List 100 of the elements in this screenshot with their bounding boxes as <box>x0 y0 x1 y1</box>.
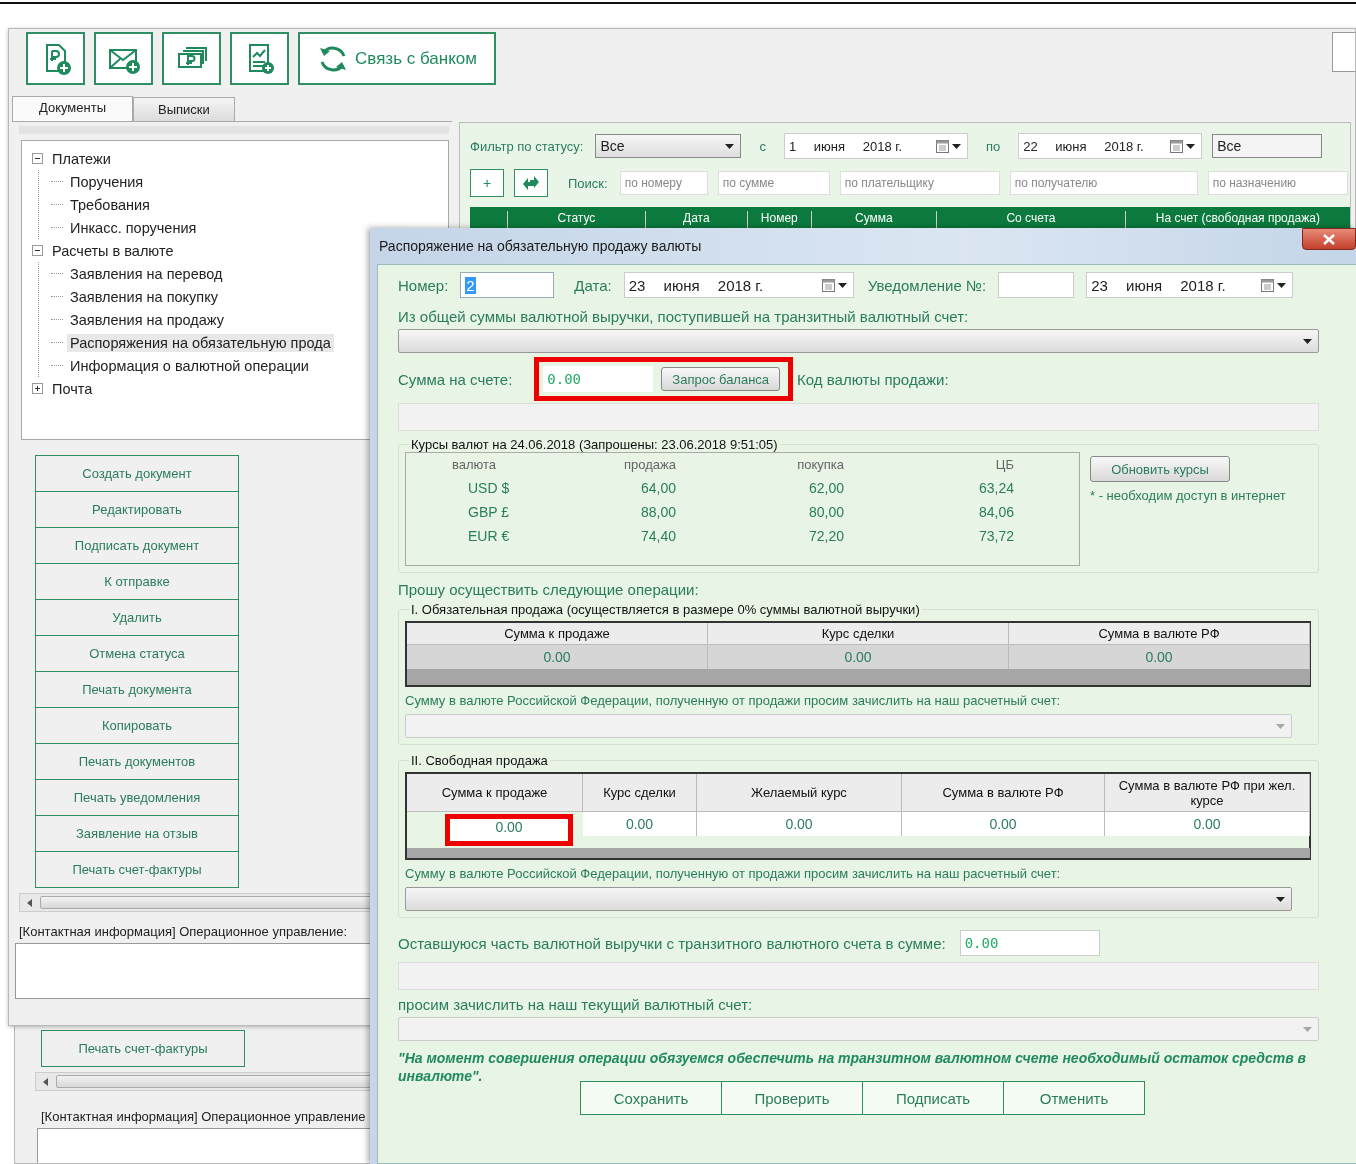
tree-item[interactable]: Почта <box>49 379 96 398</box>
caret-icon <box>1276 723 1285 729</box>
table-cell[interactable]: 0.00 <box>583 812 697 836</box>
table-cell[interactable]: 0.00 <box>902 812 1105 836</box>
dropdown[interactable] <box>398 329 1319 353</box>
date-field[interactable]: 23 июня 2018 г. <box>1086 272 1294 298</box>
expand-icon[interactable] <box>32 383 43 394</box>
form-button[interactable]: Отменить <box>1003 1081 1145 1115</box>
action-button[interactable]: К отправке <box>35 563 239 600</box>
action-button[interactable]: Удалить <box>35 599 239 636</box>
toolbar-button[interactable] <box>26 32 85 85</box>
from-label: с <box>759 138 766 154</box>
table-cell[interactable]: 0.00 <box>1105 812 1310 836</box>
form-button[interactable]: Подписать <box>862 1081 1004 1115</box>
date-field[interactable]: 22 июня 2018 г. <box>1018 133 1203 159</box>
action-button[interactable]: Заявление на отзыв <box>35 815 239 852</box>
column-header: валюта <box>451 457 498 472</box>
to-label: по <box>986 138 1001 154</box>
balance-label: Сумма на счете: <box>398 370 513 388</box>
column-header: покупка <box>796 457 844 472</box>
table-cell[interactable]: 0.00 <box>445 814 573 846</box>
action-button[interactable]: Печать документов <box>35 743 239 780</box>
number-label: Номер: <box>398 276 449 294</box>
calendar-icon <box>1170 139 1184 153</box>
column-header: Сумма в валюте РФ <box>902 774 1105 812</box>
table-cell-text: 64,00 <box>639 480 676 496</box>
tree-item[interactable]: Распоряжения на обязательную прода <box>67 333 334 352</box>
column-header: ЦБ <box>994 457 1014 472</box>
balance-request-button[interactable]: Запрос баланса <box>661 367 781 391</box>
search-field[interactable]: по назначению <box>1207 171 1348 195</box>
tree-item[interactable]: Заявления на перевод <box>67 264 226 283</box>
scroll-left-icon <box>26 898 32 907</box>
refresh-rates-button[interactable]: Обновить курсы <box>1090 456 1230 482</box>
notice-number-field[interactable] <box>998 272 1075 298</box>
search-field[interactable]: по номеру <box>619 171 708 195</box>
group-title: II. Свободная продажа <box>410 753 549 768</box>
currency-code-label: Код валюты продажи: <box>797 370 949 388</box>
tree-item[interactable]: Платежи <box>49 149 114 168</box>
toolbar-button[interactable] <box>162 32 221 85</box>
action-button[interactable]: Редактировать <box>35 491 239 528</box>
date-field[interactable]: 1 июня 2018 г. <box>784 133 968 159</box>
refresh-button[interactable] <box>514 169 548 197</box>
close-button[interactable] <box>1302 228 1356 250</box>
dropdown[interactable] <box>398 1017 1319 1041</box>
add-button[interactable]: + <box>470 169 504 197</box>
filter-label: Фильтр по статусу: <box>470 138 584 154</box>
toolbar-button[interactable] <box>230 32 289 85</box>
action-button[interactable]: Отмена статуса <box>35 635 239 672</box>
tree-item[interactable]: Заявления на покупку <box>67 287 221 306</box>
status-dropdown[interactable]: Все <box>595 134 742 158</box>
toolbar-button[interactable] <box>94 32 153 85</box>
dropdown[interactable] <box>405 887 1292 911</box>
form-button[interactable]: Проверить <box>721 1081 863 1115</box>
action-button[interactable]: Печать счет-фактуры <box>35 851 239 888</box>
date-label: Дата: <box>574 276 612 294</box>
caret-icon <box>952 143 961 149</box>
search-field[interactable]: по сумме <box>717 171 830 195</box>
number-field[interactable]: 2 <box>460 272 555 298</box>
form-button[interactable]: Сохранить <box>580 1081 722 1115</box>
date-field[interactable]: 23 июня 2018 г. <box>623 272 854 298</box>
collapse-icon[interactable] <box>32 245 43 256</box>
action-button[interactable]: Копировать <box>35 707 239 744</box>
bank-sync-button[interactable]: Связь с банком <box>298 32 496 85</box>
tab[interactable]: Выписки <box>133 97 235 121</box>
scroll-left-icon <box>42 1077 48 1086</box>
tree-item[interactable]: Инкасс. поручения <box>67 218 200 237</box>
tree-item[interactable]: Информация о валютной операции <box>67 356 312 375</box>
search-label: Поиск: <box>568 175 608 191</box>
caret-icon <box>1277 282 1287 288</box>
column-header: Сумма в валюте РФ при жел. курсе <box>1105 774 1310 812</box>
status-dropdown[interactable]: Все <box>1212 134 1323 158</box>
tab[interactable]: Документы <box>12 96 133 121</box>
table-cell: 0.00 <box>407 645 708 669</box>
current-account-label: просим зачислить на наш текущий валютный счет: <box>398 996 754 1013</box>
tree-item[interactable]: Требования <box>67 195 153 214</box>
column-header: Желаемый курс <box>697 774 902 812</box>
window-title: Распоряжение на обязательную продажу валюты <box>379 238 702 254</box>
search-field[interactable]: по получателю <box>1009 171 1198 195</box>
tree-item[interactable]: Заявления на продажу <box>67 310 227 329</box>
action-button[interactable]: Создать документ <box>35 455 239 492</box>
collapse-icon[interactable] <box>32 153 43 164</box>
caret-icon <box>725 143 735 149</box>
table-cell[interactable]: 0.00 <box>697 812 902 836</box>
action-button[interactable]: Печать документа <box>35 671 239 708</box>
action-button[interactable]: Подписать документ <box>35 527 239 564</box>
group-title: I. Обязательная продажа (осуществляется в размере 0% суммы валютной выручки) <box>410 602 921 617</box>
table-cell-text: 88,00 <box>639 504 676 520</box>
contact-label: [Контактная информация] Операционное управление: <box>19 924 349 939</box>
table-cell: 0.00 <box>708 645 1009 669</box>
balance-field[interactable]: 0.00 <box>543 366 654 392</box>
remainder-field[interactable]: 0.00 <box>959 930 1100 956</box>
caret-icon <box>1276 896 1285 902</box>
action-button[interactable]: Печать счет-фактуры <box>41 1030 245 1067</box>
source-label: Из общей суммы валютной выручки, поступившей на транзитный валютный счет: <box>398 308 970 325</box>
action-button[interactable]: Печать уведомления <box>35 779 239 816</box>
tree-item[interactable]: Расчеты в валюте <box>49 241 177 260</box>
table-cell-text: 74,40 <box>639 528 676 544</box>
search-field[interactable]: по плательщику <box>839 171 1000 195</box>
column-header: Курс сделки <box>708 623 1009 645</box>
tree-item[interactable]: Поручения <box>67 172 147 191</box>
